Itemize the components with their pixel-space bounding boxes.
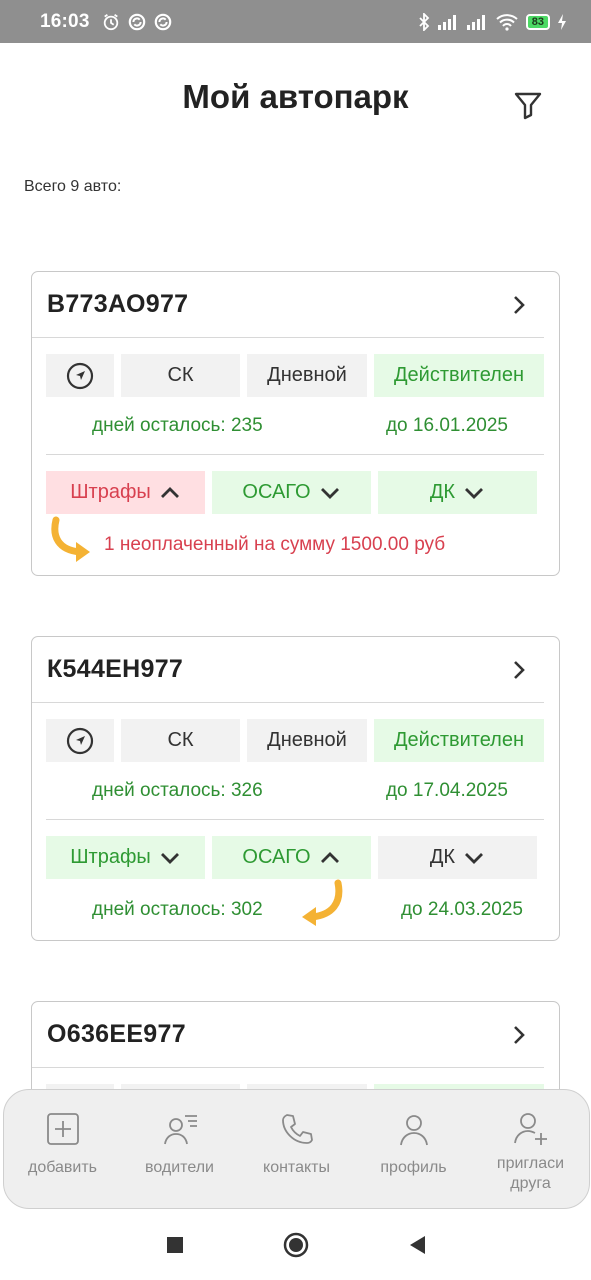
license-plate: О636ЕЕ977 [47, 1020, 186, 1048]
nav-label: водители [145, 1159, 214, 1176]
nav-profile[interactable]: профиль [355, 1110, 472, 1208]
drivers-icon [161, 1110, 199, 1148]
validity-row: дней осталось: 326 до 17.04.2025 [46, 762, 544, 820]
tab-dk[interactable]: ДК [378, 836, 537, 879]
signal-icon [466, 14, 485, 30]
chevron-right-icon[interactable] [508, 659, 530, 681]
navigation-icon [66, 362, 94, 389]
vehicle-card: К544ЕН977 СК Дневной Действителен дней о… [31, 636, 560, 941]
insurer-chip[interactable]: СК [121, 354, 240, 397]
fines-detail-row: 1 неоплаченный на сумму 1500.00 руб [32, 514, 559, 576]
page-title: Мой автопарк [182, 78, 409, 115]
profile-icon [395, 1110, 433, 1148]
days-left: дней осталось: 326 [92, 779, 263, 801]
chevron-down-icon [465, 852, 484, 864]
chevron-down-icon [465, 487, 484, 499]
vehicle-count: Всего 9 авто: [24, 178, 122, 195]
sync-icon [128, 13, 145, 30]
osago-detail-row: дней осталось: 302 до 24.03.2025 [32, 879, 559, 941]
status-bar: 16:03 83 [0, 0, 591, 43]
tab-fines[interactable]: Штрафы [46, 471, 205, 514]
vehicle-card: В773АО977 СК Дневной Действителен дней о… [31, 271, 560, 576]
arrow-hint-icon [302, 879, 343, 926]
status-badge: Действителен [374, 719, 544, 762]
chevron-down-icon [320, 487, 339, 499]
home-circle-icon [283, 1232, 308, 1258]
chevron-down-icon [160, 852, 179, 864]
tab-dk[interactable]: ДК [378, 471, 537, 514]
status-badge: Действителен [374, 354, 544, 397]
valid-until: до 17.04.2025 [385, 779, 508, 801]
tab-label: Штрафы [70, 481, 151, 503]
chevron-up-icon [160, 486, 179, 498]
tab-label: ДК [429, 846, 456, 868]
nav-add[interactable]: добавить [4, 1110, 121, 1208]
arrow-hint-icon [51, 516, 90, 562]
nav-drivers[interactable]: водители [121, 1110, 238, 1208]
chevron-up-icon [320, 851, 339, 863]
bottom-nav: добавить водители контакты профиль пригл… [3, 1089, 590, 1209]
sync-icon [154, 13, 171, 30]
insurer-chip[interactable]: СК [121, 719, 240, 762]
nav-label: профиль [380, 1159, 447, 1176]
vehicle-card-header[interactable]: В773АО977 [32, 272, 544, 338]
chevron-right-icon[interactable] [508, 1024, 530, 1046]
filter-icon [514, 92, 542, 120]
filter-button[interactable] [511, 88, 545, 122]
tab-osago[interactable]: ОСАГО [212, 471, 371, 514]
battery-icon: 83 [525, 13, 550, 30]
nav-label: пригласи друга [496, 1155, 565, 1192]
system-nav-bar [0, 1210, 591, 1280]
mode-chip[interactable]: Дневной [247, 354, 367, 397]
mode-chip[interactable]: Дневной [247, 719, 367, 762]
invite-icon [512, 1110, 550, 1148]
osago-days-left: дней осталось: 302 [92, 899, 263, 920]
nav-invite[interactable]: пригласи друга [472, 1110, 589, 1208]
osago-valid-until: до 24.03.2025 [400, 899, 523, 920]
tab-label: Штрафы [70, 846, 151, 868]
navigate-button[interactable] [46, 354, 114, 397]
recent-apps-button[interactable] [162, 1232, 188, 1258]
bluetooth-icon [419, 12, 430, 31]
nav-label: добавить [27, 1159, 98, 1176]
valid-until: до 16.01.2025 [385, 414, 508, 436]
tab-osago[interactable]: ОСАГО [212, 836, 371, 879]
add-icon [44, 1110, 82, 1148]
vehicle-card-header[interactable]: О636ЕЕ977 [32, 1002, 544, 1068]
tab-label: ОСАГО [242, 846, 311, 868]
tab-label: ОСАГО [242, 481, 311, 503]
square-icon [166, 1237, 183, 1253]
back-triangle-icon [409, 1236, 425, 1254]
navigate-button[interactable] [46, 719, 114, 762]
days-left: дней осталось: 235 [92, 414, 263, 436]
charging-icon [558, 13, 566, 30]
license-plate: В773АО977 [47, 290, 189, 318]
status-time: 16:03 [40, 10, 90, 32]
tab-label: ДК [429, 481, 456, 503]
nav-contacts[interactable]: контакты [238, 1110, 355, 1208]
navigation-icon [66, 727, 94, 754]
home-button[interactable] [283, 1232, 309, 1258]
phone-icon [278, 1110, 316, 1148]
license-plate: К544ЕН977 [47, 655, 184, 683]
back-button[interactable] [404, 1232, 430, 1258]
tab-fines[interactable]: Штрафы [46, 836, 205, 879]
alarm-icon [103, 13, 118, 30]
wifi-icon [496, 13, 518, 31]
vehicle-card-header[interactable]: К544ЕН977 [32, 637, 544, 703]
validity-row: дней осталось: 235 до 16.01.2025 [46, 397, 544, 455]
signal-icon [437, 14, 456, 30]
nav-label: контакты [263, 1159, 330, 1176]
chevron-right-icon[interactable] [508, 294, 530, 316]
